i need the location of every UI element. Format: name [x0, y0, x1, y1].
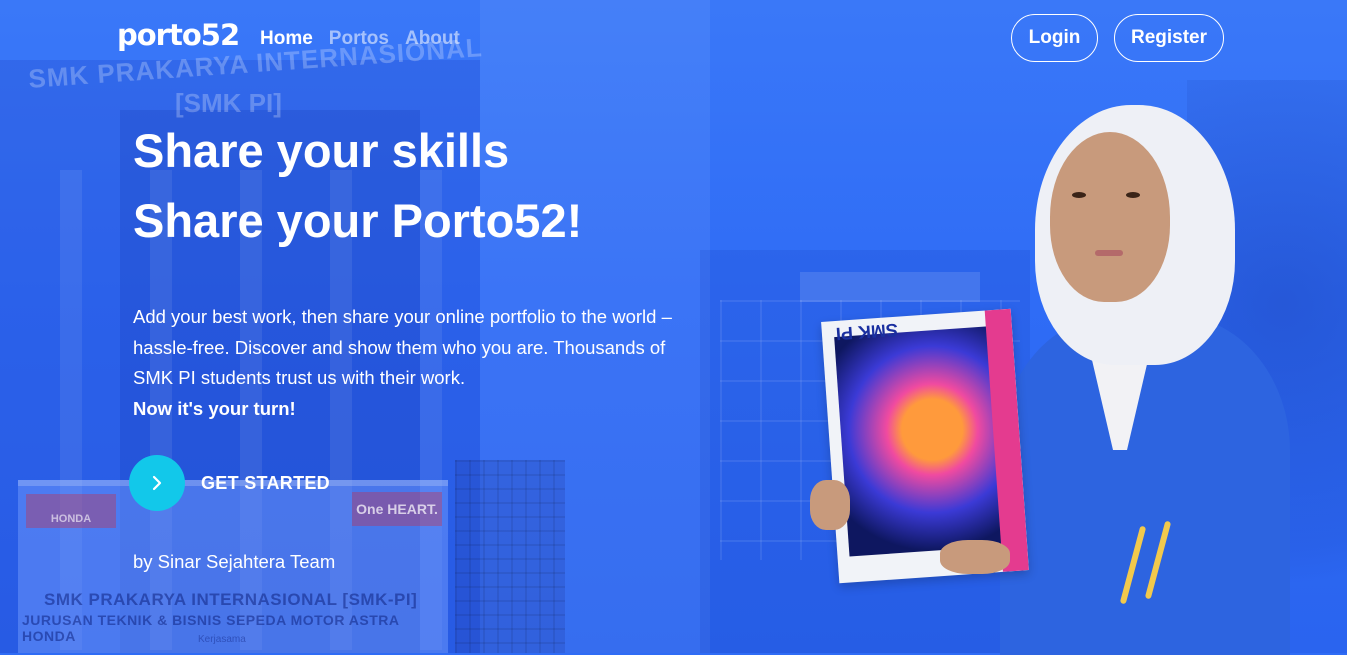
hand [940, 540, 1010, 574]
banner-slogan: One HEART. [352, 492, 442, 526]
nav-about[interactable]: About [405, 28, 460, 50]
banner-text: SMK PRAKARYA INTERNASIONAL [SMK-PI] [44, 590, 418, 609]
chevron-right-icon[interactable] [129, 455, 185, 511]
hero-description-emphasis: Now it's your turn! [133, 397, 296, 419]
nav-portos[interactable]: Portos [329, 28, 389, 50]
hero-description: Add your best work, then share your onli… [133, 302, 673, 424]
eye [1072, 192, 1086, 198]
hero-title-line1: Share your skills [133, 124, 510, 177]
hero-title-line2: Share your Porto52! [133, 194, 583, 247]
nav-home[interactable]: Home [260, 28, 313, 50]
brick-wall [455, 460, 565, 653]
banner-text: Kerjasama [198, 634, 246, 645]
brochure-title: SMK PI [835, 319, 899, 344]
hand [810, 480, 850, 530]
honda-logo: HONDA [26, 494, 116, 528]
mouth [1095, 250, 1123, 256]
login-button[interactable]: Login [1011, 14, 1098, 62]
face [1050, 132, 1170, 302]
get-started-label[interactable]: GET STARTED [201, 473, 330, 494]
byline: by Sinar Sejahtera Team [133, 551, 336, 572]
site-logo[interactable]: porto52 [117, 18, 240, 52]
top-navbar: porto52 Home Portos About Login Register [0, 0, 1347, 80]
register-button[interactable]: Register [1114, 14, 1224, 62]
main-menu: Home Portos About [260, 28, 460, 50]
hero-description-text: Add your best work, then share your onli… [133, 306, 672, 388]
eye [1126, 192, 1140, 198]
building-sign-sub: [SMK PI] [175, 88, 282, 118]
hero-title: Share your skills Share your Porto52! [133, 116, 582, 256]
get-started-button[interactable]: GET STARTED [129, 455, 330, 511]
student-photo: SMK PI [810, 100, 1310, 655]
